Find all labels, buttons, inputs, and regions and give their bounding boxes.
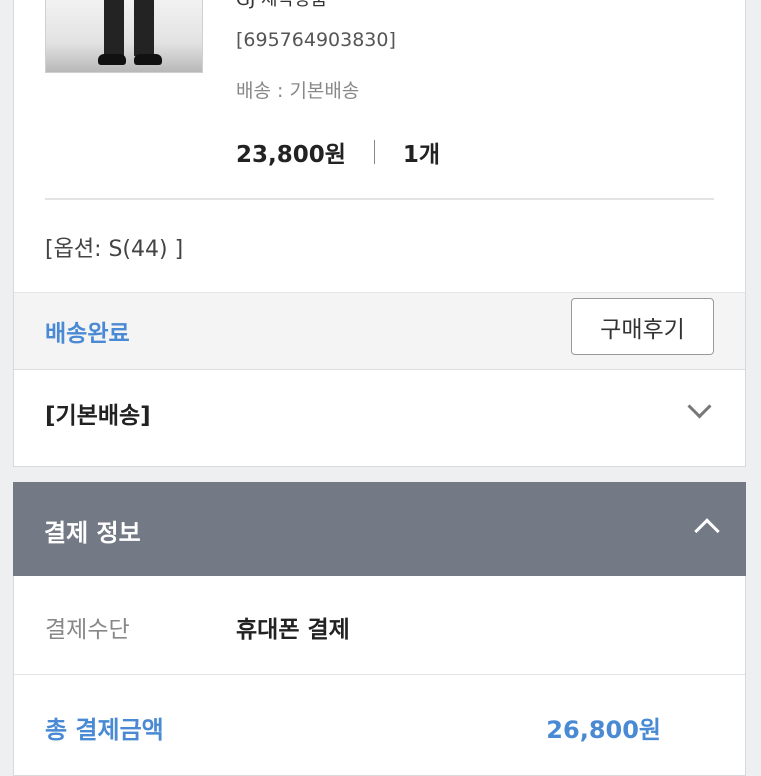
payment-info-body: 결제수단 휴대폰 결제 총 결제금액 26,800원: [13, 576, 746, 776]
product-quantity: 1개: [402, 142, 441, 168]
payment-section-title: 결제 정보: [44, 519, 141, 547]
chevron-down-icon[interactable]: [687, 394, 712, 419]
delivery-status: 배송완료: [45, 321, 130, 347]
thumbnail-figure-shoe: [134, 54, 162, 65]
price-quantity-row: 23,800원 1개: [236, 135, 440, 169]
order-status-bar: 배송완료 구매후기: [14, 292, 745, 370]
shipping-type-label: [기본배송]: [45, 403, 151, 429]
write-review-button[interactable]: 구매후기: [571, 298, 714, 355]
shipping-type-toggle[interactable]: [기본배송]: [45, 394, 714, 436]
divider: [373, 140, 375, 164]
chevron-up-icon[interactable]: [694, 518, 720, 544]
shipping-method-label: 배송 : 기본배송: [236, 80, 360, 102]
thumbnail-figure-shoe: [98, 54, 126, 65]
payment-method-value: 휴대폰 결제: [236, 617, 350, 643]
payment-method-row: 결제수단 휴대폰 결제: [45, 610, 350, 644]
total-payment-amount: 26,800원: [546, 716, 661, 744]
order-item-card: GJ 제작상품 [695764903830] 배송 : 기본배송 23,800원…: [13, 0, 746, 467]
payment-method-label: 결제수단: [45, 617, 130, 643]
product-name[interactable]: GJ 제작상품: [236, 0, 327, 11]
product-code: [695764903830]: [236, 29, 396, 51]
product-option: [옵션: S(44) ]: [45, 237, 184, 262]
product-price: 23,800원: [236, 142, 346, 168]
thumbnail-figure-leg: [104, 0, 124, 56]
product-thumbnail[interactable]: [45, 0, 203, 73]
thumbnail-figure-leg: [134, 0, 154, 56]
total-payment-label: 총 결제금액: [45, 716, 164, 744]
divider: [45, 198, 714, 200]
divider: [14, 674, 745, 675]
payment-info-header[interactable]: 결제 정보: [13, 482, 746, 576]
